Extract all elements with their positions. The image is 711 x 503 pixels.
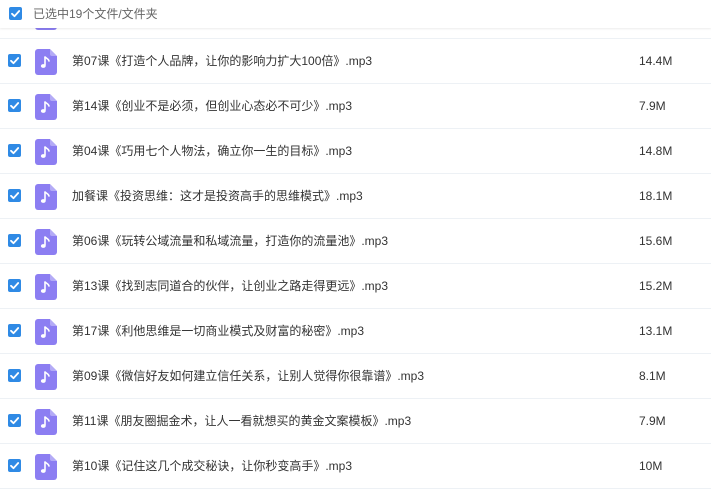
checkmark-icon [10,102,20,110]
music-note-icon [35,229,57,255]
file-checkbox[interactable] [8,414,21,427]
file-size: 14.8M [639,144,673,158]
file-checkbox[interactable] [8,459,21,472]
music-note-icon [35,94,57,120]
checkmark-icon [10,192,20,200]
select-all-checkbox[interactable] [9,7,22,20]
checkmark-icon [10,57,20,65]
file-name[interactable]: 第07课《打造个人品牌，让你的影响力扩大100倍》.mp3 [72,53,372,69]
file-checkbox[interactable] [8,369,21,382]
file-checkbox[interactable] [8,189,21,202]
checkmark-icon [10,237,20,245]
file-row[interactable]: 第13课《找到志同道合的伙伴，让创业之路走得更远》.mp3 15.2M [0,264,711,309]
file-row[interactable]: 加餐课《投资思维：这才是投资高手的思维模式》.mp3 18.1M [0,174,711,219]
file-row[interactable]: 第07课《打造个人品牌，让你的影响力扩大100倍》.mp3 14.4M [0,39,711,84]
checkmark-icon [10,462,20,470]
file-checkbox[interactable] [8,234,21,247]
file-size: 7.9M [639,414,666,428]
file-name[interactable]: 第09课《微信好友如何建立信任关系，让别人觉得你很靠谱》.mp3 [72,368,424,384]
file-name[interactable]: 第11课《朋友圈掘金术，让人一看就想买的黄金文案模板》.mp3 [72,413,411,429]
music-note-icon [35,409,57,435]
selection-header: 已选中19个文件/文件夹 [0,0,711,28]
file-size: 10M [639,459,663,473]
file-size: 15.2M [639,279,673,293]
file-name[interactable]: 第17课《利他思维是一切商业模式及财富的秘密》.mp3 [72,323,364,339]
file-size: 8.1M [639,369,666,383]
selection-count-text: 已选中19个文件/文件夹 [33,7,158,21]
file-name[interactable]: 第06课《玩转公域流量和私域流量，打造你的流量池》.mp3 [72,233,388,249]
file-size: 15.6M [639,234,673,248]
checkmark-icon [10,147,20,155]
file-name[interactable]: 第04课《巧用七个人物法，确立你一生的目标》.mp3 [72,143,352,159]
file-checkbox[interactable] [8,99,21,112]
file-row[interactable]: 第17课《利他思维是一切商业模式及财富的秘密》.mp3 13.1M [0,309,711,354]
checkmark-icon [10,282,20,290]
file-row[interactable]: 第10课《记住这几个成交秘诀，让你秒变高手》.mp3 10M [0,444,711,489]
checkmark-icon [10,327,20,335]
file-name[interactable]: 第13课《找到志同道合的伙伴，让创业之路走得更远》.mp3 [72,278,388,294]
music-note-icon [35,274,57,300]
music-note-icon [35,454,57,480]
file-size: 14.4M [639,54,673,68]
file-row[interactable]: 第09课《微信好友如何建立信任关系，让别人觉得你很靠谱》.mp3 8.1M [0,354,711,399]
file-row[interactable]: 第14课《创业不是必须，但创业心态必不可少》.mp3 7.9M [0,84,711,129]
file-size: 13.1M [639,324,673,338]
checkmark-icon [11,10,21,18]
file-name[interactable]: 第14课《创业不是必须，但创业心态必不可少》.mp3 [72,98,352,114]
music-note-icon [35,49,57,75]
file-size: 7.9M [639,99,666,113]
file-checkbox[interactable] [8,144,21,157]
file-list: 第01课《了解5G时代商业趋势，赚钱就是这么容易》.mp317.2M第07课《打… [0,0,711,489]
file-size: 18.1M [639,189,673,203]
file-checkbox[interactable] [8,279,21,292]
checkmark-icon [10,372,20,380]
checkmark-icon [10,417,20,425]
music-note-icon [35,364,57,390]
music-note-icon [35,184,57,210]
music-note-icon [35,139,57,165]
file-checkbox[interactable] [8,54,21,67]
file-name[interactable]: 加餐课《投资思维：这才是投资高手的思维模式》.mp3 [72,188,363,204]
file-row[interactable]: 第04课《巧用七个人物法，确立你一生的目标》.mp3 14.8M [0,129,711,174]
music-note-icon [35,319,57,345]
file-row[interactable]: 第06课《玩转公域流量和私域流量，打造你的流量池》.mp3 15.6M [0,219,711,264]
file-name[interactable]: 第10课《记住这几个成交秘诀，让你秒变高手》.mp3 [72,458,352,474]
file-row[interactable]: 第11课《朋友圈掘金术，让人一看就想买的黄金文案模板》.mp3 7.9M [0,399,711,444]
file-checkbox[interactable] [8,324,21,337]
